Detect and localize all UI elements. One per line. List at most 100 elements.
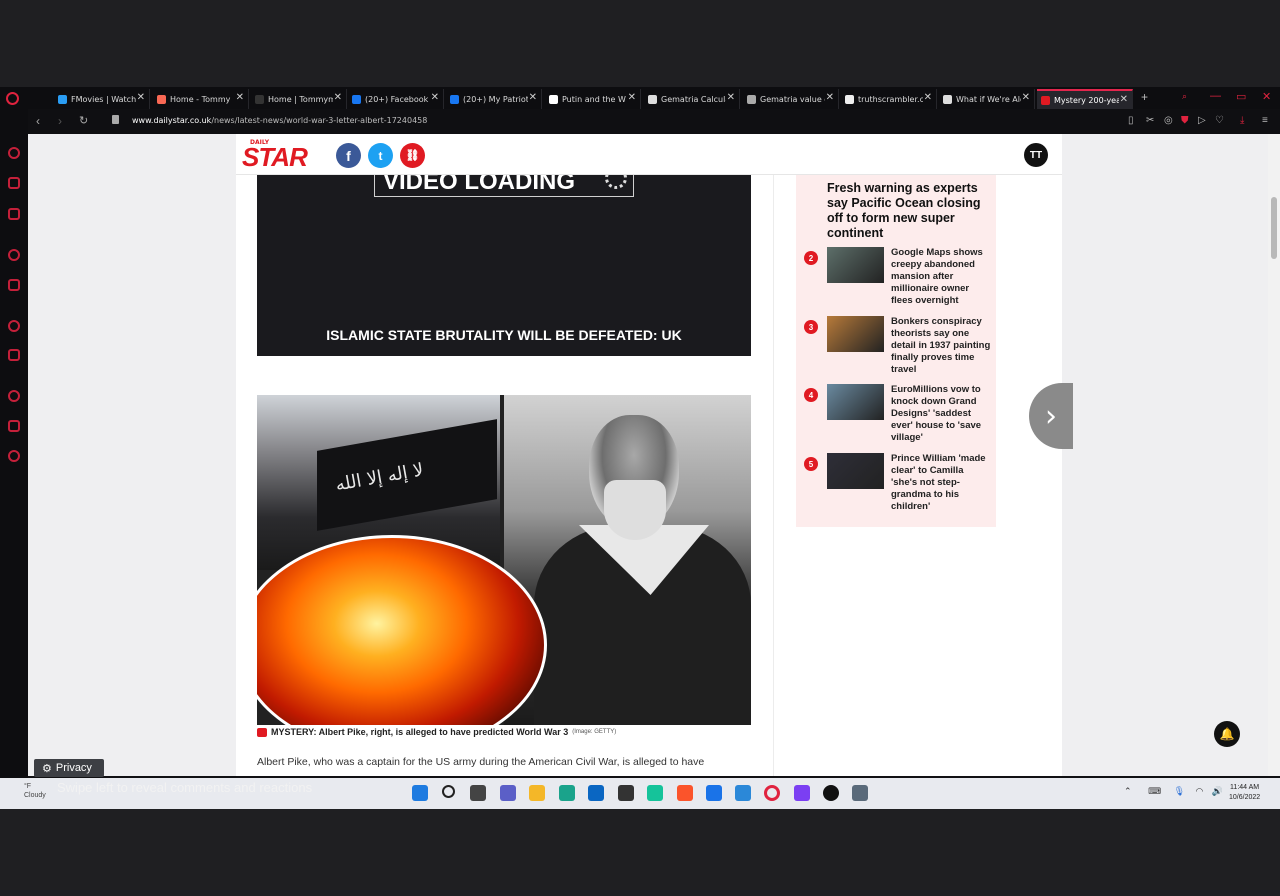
record-icon[interactable] [823,785,839,801]
browser-tab[interactable]: truthscrambler.co ✕ [841,89,937,109]
article-image[interactable]: لا إله إلا الله [257,395,751,725]
system-tray[interactable]: ⌃ ⌨ 🎙 ◠ 🔊 [1124,786,1223,797]
trending-item[interactable]: 2 Google Maps shows creepy abandoned mans… [804,247,994,307]
browser-tab[interactable]: Mystery 200-year ✕ [1037,89,1133,109]
trending-item[interactable]: 4 EuroMillions vow to knock down Grand De… [804,384,994,444]
chevron-up-icon[interactable]: ⌃ [1124,786,1132,796]
back-icon[interactable]: ‹ [36,114,40,128]
browser-tab[interactable]: (20+) My Patriot ✕ [446,89,542,109]
trending-top-headline[interactable]: Fresh warning as experts say Pacific Oce… [827,181,987,241]
sidebar-messenger-icon[interactable] [8,249,20,261]
trending-thumbnail[interactable] [827,453,884,489]
sidebar-settings-icon[interactable] [8,450,20,462]
trending-headline[interactable]: EuroMillions vow to knock down Grand Des… [891,384,991,444]
browser-tab[interactable]: What if We're Alo ✕ [939,89,1035,109]
scrollbar-thumb[interactable] [1271,197,1277,259]
close-tab-icon[interactable]: ✕ [137,92,145,103]
close-tab-icon[interactable]: ✕ [826,92,834,103]
search-icon[interactable] [442,785,455,798]
daily-star-logo[interactable]: DAILY STAR [242,139,308,172]
close-tab-icon[interactable]: ✕ [924,92,932,103]
sidebar-package-icon[interactable] [8,420,20,432]
adblock-shield-icon[interactable]: ⛊ [1181,115,1189,126]
tab-favicon-icon [352,94,361,104]
sidebar-speed-dial-icon[interactable] [8,147,20,159]
close-tab-icon[interactable]: ✕ [529,92,537,103]
browser-tab[interactable]: Putin and the W ✕ [545,89,641,109]
maximize-icon[interactable]: ▭ [1236,90,1246,103]
file-explorer-icon[interactable] [529,785,545,801]
camera-icon[interactable]: ◎ [1164,115,1173,126]
favorite-heart-icon[interactable]: ♡ [1215,115,1224,126]
trending-item[interactable]: 5 Prince William 'made clear' to Camilla … [804,453,994,513]
keyboard-icon[interactable]: ⌨ [1148,786,1161,796]
edge-icon[interactable] [559,785,575,801]
weather-widget[interactable]: °F Cloudy [24,782,46,800]
close-tab-icon[interactable]: ✕ [236,92,244,103]
wifi-icon[interactable]: ◠ [1196,786,1204,796]
trending-item[interactable]: 3 Bonkers conspiracy theorists say one de… [804,316,994,376]
snapshot-icon[interactable]: ✂ [1146,115,1154,126]
settings-icon[interactable] [852,785,868,801]
close-tab-icon[interactable]: ✕ [1022,92,1030,103]
opera-menu-icon[interactable] [6,92,19,105]
teams-chat-icon[interactable] [500,785,516,801]
trending-headline[interactable]: Prince William 'made clear' to Camilla '… [891,453,991,513]
trending-thumbnail[interactable] [827,384,884,420]
sidebar-twitch-icon[interactable] [8,208,20,220]
page-scrollbar[interactable] [1268,134,1280,776]
close-tab-icon[interactable]: ✕ [1120,94,1128,105]
close-tab-icon[interactable]: ✕ [628,92,636,103]
facebook-share-icon[interactable]: f [336,143,361,168]
close-tab-icon[interactable]: ✕ [727,92,735,103]
browser-tab[interactable]: FMovies | Watch ✕ [54,89,150,109]
store-icon[interactable] [588,785,604,801]
volume-icon[interactable]: 🔊 [1212,786,1223,796]
browser-tab[interactable]: Gematria value o ✕ [743,89,839,109]
twitter-share-icon[interactable]: t [368,143,393,168]
player-icon[interactable]: ▷ [1198,115,1206,126]
sidebar-clock-icon[interactable] [8,390,20,402]
task-view-icon[interactable] [470,785,486,801]
chrome-icon[interactable] [706,785,722,801]
forward-icon[interactable]: › [58,114,62,128]
microphone-icon[interactable]: 🎙 [1174,786,1185,796]
clock[interactable]: 11:44 AM 10/6/2022 [1229,783,1260,803]
url-field[interactable]: www.dailystar.co.uk/news/latest-news/wor… [132,116,427,125]
trending-thumbnail[interactable] [827,247,884,283]
video-player[interactable]: VIDEO LOADING ISLAMIC STATE BRUTALITY WI… [257,175,751,356]
trending-headline[interactable]: Google Maps shows creepy abandoned mansi… [891,247,991,307]
menu-icon[interactable]: ≡ [1262,115,1268,126]
browser-tab[interactable]: Home - Tommy ✕ [153,89,249,109]
browser-tab[interactable]: (20+) Facebook ✕ [348,89,444,109]
dell-icon[interactable] [618,785,634,801]
tab-search-icon[interactable]: ⌕ [1182,91,1187,102]
trending-headline[interactable]: Bonkers conspiracy theorists say one det… [891,316,991,376]
minimize-icon[interactable]: — [1210,90,1221,102]
reload-icon[interactable]: ↻ [79,114,88,127]
tt-badge[interactable]: TT [1024,143,1048,167]
browser-tab[interactable]: Home | Tommym ✕ [251,89,347,109]
opera-icon[interactable] [764,785,780,801]
sidebar-player-icon[interactable] [8,349,20,361]
sidebar-history-icon[interactable] [8,320,20,332]
sidebar-shopping-icon[interactable] [8,177,20,189]
sidebar-instagram-icon[interactable] [8,279,20,291]
notification-bell-icon[interactable]: 🔔 [1214,721,1240,747]
trending-thumbnail[interactable] [827,316,884,352]
privacy-button[interactable]: ⚙ Privacy [34,759,104,777]
copy-link-icon[interactable]: ⛓ [400,143,425,168]
browser-tab[interactable]: Gematria Calculat✕ [644,89,740,109]
close-window-icon[interactable]: ✕ [1262,90,1271,103]
grammarly-icon[interactable] [647,785,663,801]
windows-start-icon[interactable] [412,785,428,801]
brave-icon[interactable] [677,785,693,801]
downloads-icon[interactable]: ⤓ [1240,115,1244,126]
close-tab-icon[interactable]: ✕ [431,92,439,103]
notes-icon[interactable] [735,785,751,801]
next-article-button[interactable]: › [1029,383,1073,449]
reader-icon[interactable]: ▯ [1128,115,1134,126]
new-tab-icon[interactable]: + [1141,90,1148,104]
close-tab-icon[interactable]: ✕ [334,92,342,103]
clipchamp-icon[interactable] [794,785,810,801]
